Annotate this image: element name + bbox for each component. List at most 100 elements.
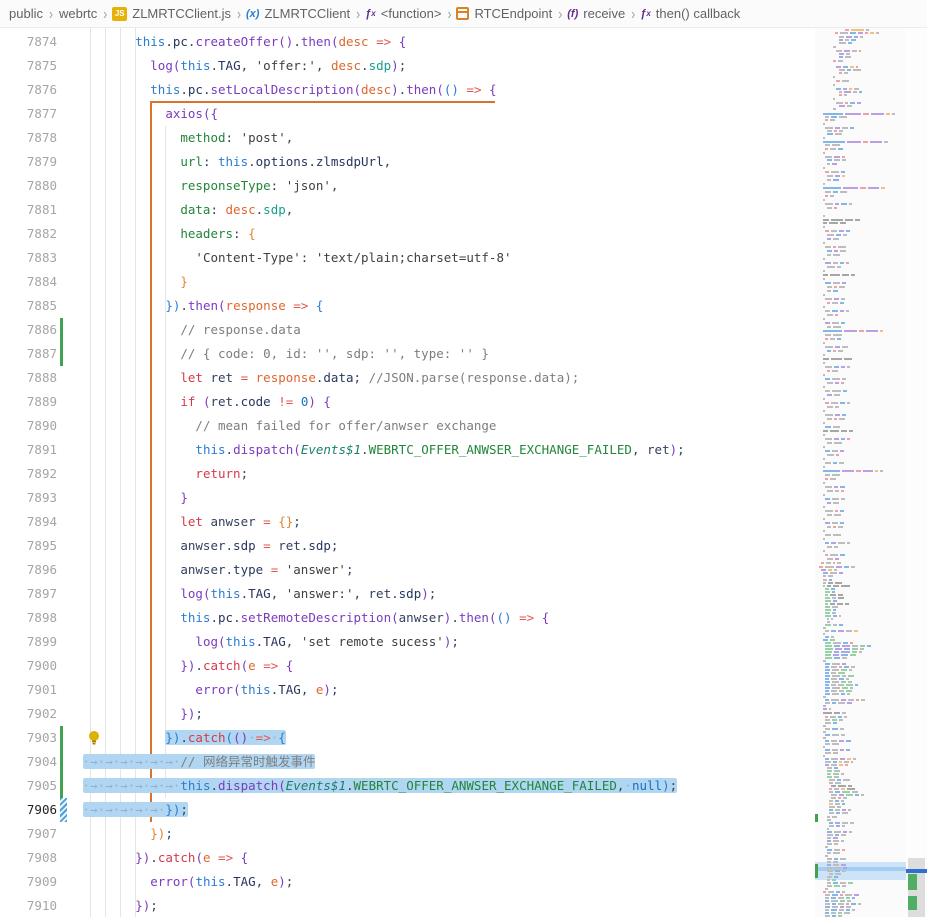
code-token: this (150, 82, 180, 97)
code-line-7909[interactable]: 7909 error(this.TAG, e); (0, 870, 815, 894)
line-number[interactable]: 7884 (0, 270, 57, 294)
line-number[interactable]: 7874 (0, 30, 57, 54)
line-number[interactable]: 7906 (0, 798, 57, 822)
code-line-7890[interactable]: 7890 // mean failed for offer/anwser exc… (0, 414, 815, 438)
minimap-token (827, 558, 833, 560)
breadcrumb-item-then-callback[interactable]: ƒxthen() callback (640, 6, 741, 21)
line-number[interactable]: 7895 (0, 534, 57, 558)
line-number[interactable]: 7896 (0, 558, 57, 582)
code-line-7880[interactable]: 7880 responseType: 'json', (0, 174, 815, 198)
lightbulb-icon[interactable] (87, 730, 101, 746)
line-number[interactable]: 7898 (0, 606, 57, 630)
code-line-7889[interactable]: 7889 if (ret.code != 0) { (0, 390, 815, 414)
breadcrumb-item-webrtc[interactable]: webrtc (58, 6, 98, 21)
code-line-7882[interactable]: 7882 headers: { (0, 222, 815, 246)
line-number[interactable]: 7903 (0, 726, 57, 750)
line-number[interactable]: 7879 (0, 150, 57, 174)
code-line-7888[interactable]: 7888 let ret = response.data; //JSON.par… (0, 366, 815, 390)
code-line-7875[interactable]: 7875 log(this.TAG, 'offer:', desc.sdp); (0, 54, 815, 78)
code-token: : (301, 250, 316, 265)
code-line-7894[interactable]: 7894 let anwser = {}; (0, 510, 815, 534)
line-number[interactable]: 7897 (0, 582, 57, 606)
code-line-7906[interactable]: 7906 ·→·→·→·→·→·}); (0, 798, 815, 822)
line-number[interactable]: 7883 (0, 246, 57, 270)
code-line-7896[interactable]: 7896 anwser.type = 'answer'; (0, 558, 815, 582)
line-number[interactable]: 7886 (0, 318, 57, 342)
line-number[interactable]: 7909 (0, 870, 57, 894)
code-line-7907[interactable]: 7907 }); (0, 822, 815, 846)
code-line-7877[interactable]: 7877 axios({ (0, 102, 815, 126)
code-line-7899[interactable]: 7899 log(this.TAG, 'set remote sucess'); (0, 630, 815, 654)
code-token: ; (399, 58, 407, 73)
line-number[interactable]: 7894 (0, 510, 57, 534)
breadcrumb-item-zlmrtcclient-js[interactable]: JSZLMRTCClient.js (112, 6, 232, 21)
line-number[interactable]: 7882 (0, 222, 57, 246)
modified-lines-marker[interactable] (60, 726, 63, 798)
minimap-token (849, 669, 852, 671)
line-number[interactable]: 7875 (0, 54, 57, 78)
code-line-7893[interactable]: 7893 } (0, 486, 815, 510)
scrollbar[interactable] (906, 28, 927, 917)
breadcrumb-item-public[interactable]: public (8, 6, 44, 21)
line-number[interactable]: 7877 (0, 102, 57, 126)
code-line-7876[interactable]: 7876 this.pc.setLocalDescription(desc).t… (0, 78, 815, 102)
minimap-token (838, 630, 844, 632)
minimap-token (837, 266, 841, 268)
code-line-7886[interactable]: 7886 // response.data (0, 318, 815, 342)
line-number[interactable]: 7891 (0, 438, 57, 462)
code-line-7900[interactable]: 7900 }).catch(e => { (0, 654, 815, 678)
code-line-7908[interactable]: 7908 }).catch(e => { (0, 846, 815, 870)
breadcrumb-item-receive[interactable]: (f)receive (567, 6, 626, 21)
line-number[interactable]: 7908 (0, 846, 57, 870)
line-number[interactable]: 7892 (0, 462, 57, 486)
minimap-token (830, 639, 835, 641)
line-number[interactable]: 7885 (0, 294, 57, 318)
code-line-7905[interactable]: 7905 ·→·→·→·→·→·→·this.dispatch(Events$1… (0, 774, 815, 798)
line-number[interactable]: 7900 (0, 654, 57, 678)
code-line-7883[interactable]: 7883 'Content-Type': 'text/plain;charset… (0, 246, 815, 270)
code-line-7884[interactable]: 7884 } (0, 270, 815, 294)
code-line-7878[interactable]: 7878 method: 'post', (0, 126, 815, 150)
line-number[interactable]: 7910 (0, 894, 57, 917)
line-number[interactable]: 7880 (0, 174, 57, 198)
line-number[interactable]: 7878 (0, 126, 57, 150)
code-line-7898[interactable]: 7898 this.pc.setRemoteDescription(anwser… (0, 606, 815, 630)
code-line-7902[interactable]: 7902 }); (0, 702, 815, 726)
line-number[interactable]: 7899 (0, 630, 57, 654)
line-number[interactable]: 7876 (0, 78, 57, 102)
pending-change-marker[interactable] (60, 798, 67, 822)
code-line-7904[interactable]: 7904 ·→·→·→·→·→·→·// 网络异常时触发事件 (0, 750, 815, 774)
line-number[interactable]: 7905 (0, 774, 57, 798)
minimap[interactable] (815, 28, 906, 917)
line-number[interactable]: 7888 (0, 366, 57, 390)
line-number[interactable]: 7887 (0, 342, 57, 366)
code-line-7881[interactable]: 7881 data: desc.sdp, (0, 198, 815, 222)
code-line-7892[interactable]: 7892 return; (0, 462, 815, 486)
line-number[interactable]: 7902 (0, 702, 57, 726)
line-number[interactable]: 7893 (0, 486, 57, 510)
code-line-7901[interactable]: 7901 error(this.TAG, e); (0, 678, 815, 702)
minimap-token (830, 594, 836, 596)
code-line-7885[interactable]: 7885 }).then(response => { (0, 294, 815, 318)
line-number[interactable]: 7889 (0, 390, 57, 414)
breadcrumb-item-rtcendpoint[interactable]: RTCEndpoint (456, 6, 553, 21)
code-line-7874[interactable]: 7874 this.pc.createOffer().then(desc => … (0, 30, 815, 54)
modified-lines-marker[interactable] (60, 318, 63, 366)
symbol-class-icon (456, 7, 469, 20)
breadcrumb-item--function-[interactable]: ƒx<function> (365, 6, 442, 21)
line-number[interactable]: 7890 (0, 414, 57, 438)
editor-pane[interactable]: 7874 this.pc.createOffer().then(desc => … (0, 28, 927, 917)
code-token: => (256, 730, 271, 745)
line-number[interactable]: 7907 (0, 822, 57, 846)
code-line-7903[interactable]: 7903 }).catch(()·=>·{ (0, 726, 815, 750)
code-line-7910[interactable]: 7910 }); (0, 894, 815, 917)
code-line-7879[interactable]: 7879 url: this.options.zlmsdpUrl, (0, 150, 815, 174)
line-number[interactable]: 7901 (0, 678, 57, 702)
line-number[interactable]: 7904 (0, 750, 57, 774)
line-number[interactable]: 7881 (0, 198, 57, 222)
code-line-7897[interactable]: 7897 log(this.TAG, 'answer:', ret.sdp); (0, 582, 815, 606)
code-line-7891[interactable]: 7891 this.dispatch(Events$1.WEBRTC_OFFER… (0, 438, 815, 462)
code-line-7895[interactable]: 7895 anwser.sdp = ret.sdp; (0, 534, 815, 558)
breadcrumb-item-zlmrtcclient[interactable]: (x)ZLMRTCClient (246, 6, 351, 21)
code-line-7887[interactable]: 7887 // { code: 0, id: '', sdp: '', type… (0, 342, 815, 366)
